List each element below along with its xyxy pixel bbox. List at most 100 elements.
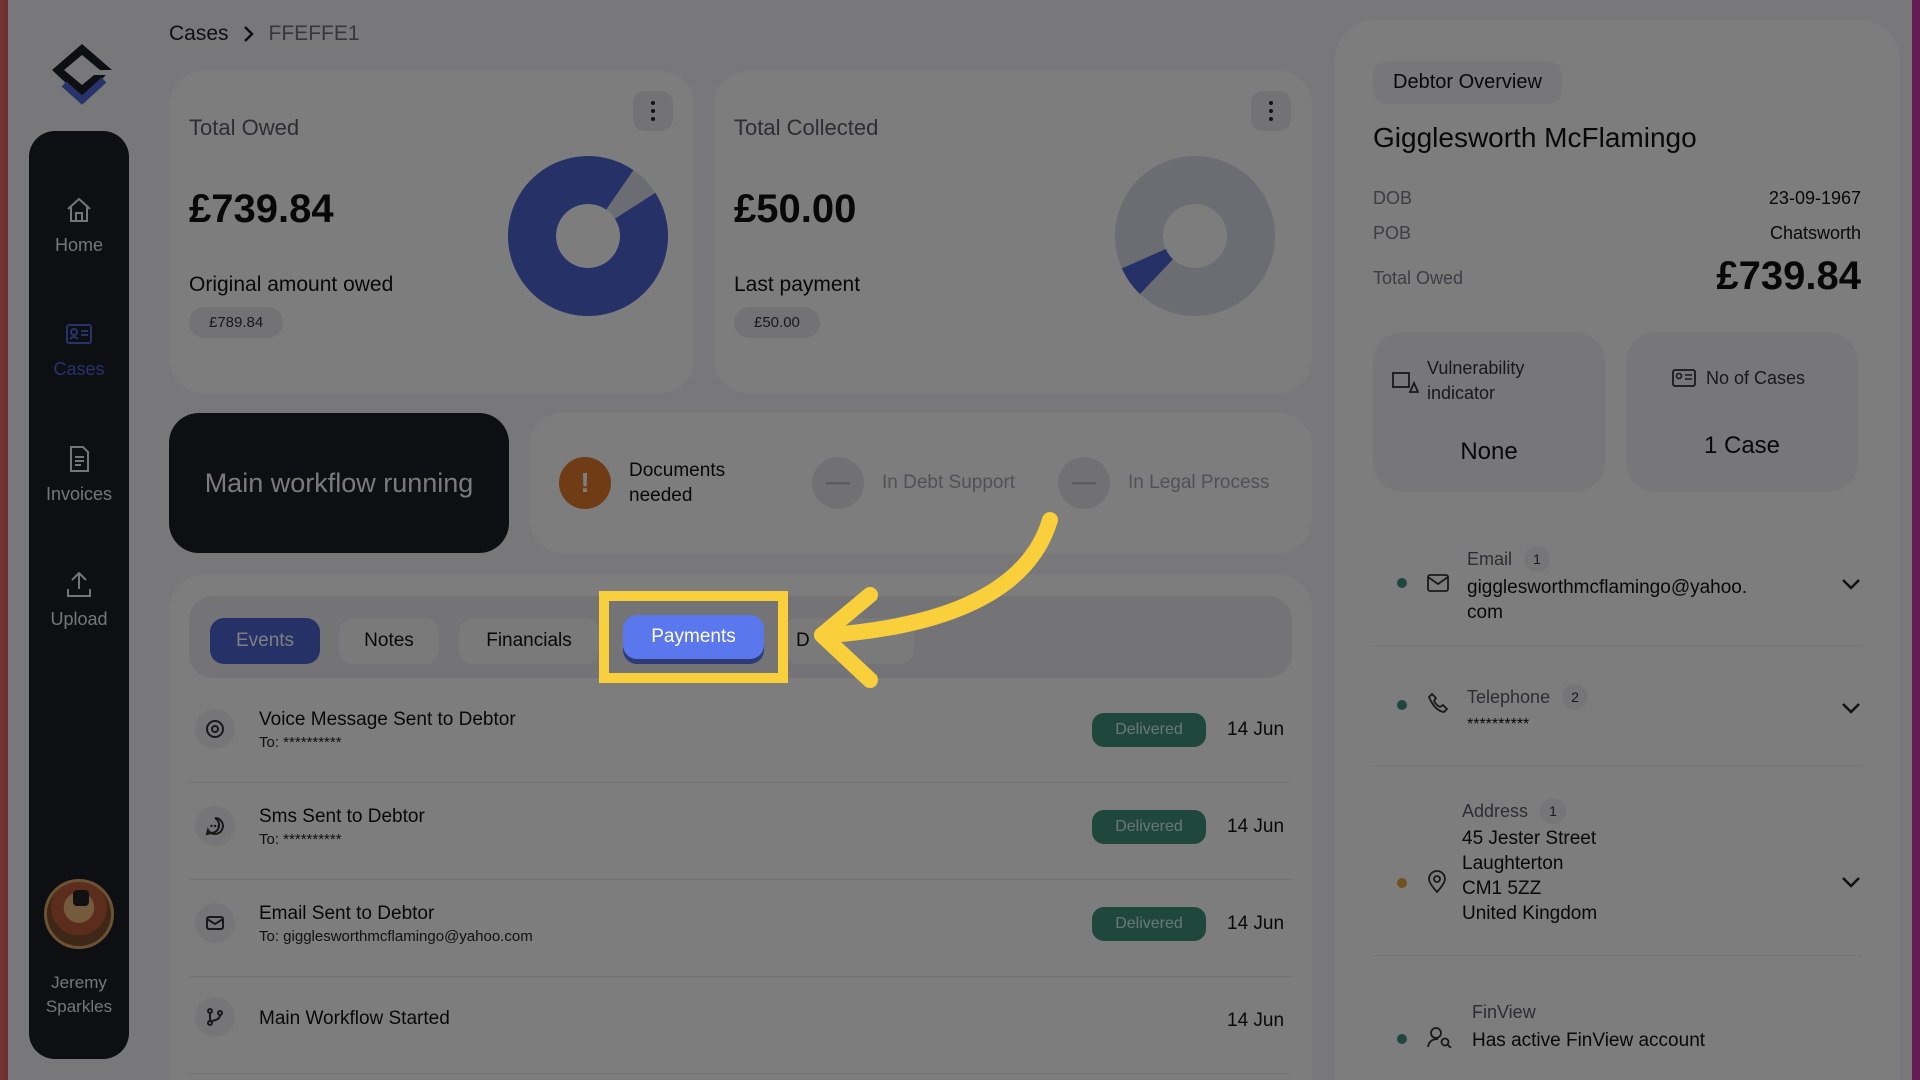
- telephone-count-badge: 2: [1562, 684, 1589, 710]
- event-date: 14 Jun: [1227, 913, 1285, 934]
- user-profile[interactable]: Jeremy Sparkles: [29, 879, 129, 1019]
- pointer-arrow-icon: [814, 512, 1058, 688]
- pob-value: Chatsworth: [1769, 223, 1861, 243]
- status-dot: [1397, 1034, 1407, 1044]
- chevron-right-icon: [243, 26, 254, 42]
- step-documents-label-2: needed: [629, 485, 693, 506]
- finview-row[interactable]: FinView Has active FinView account: [1373, 956, 1861, 1066]
- event-row[interactable]: Sms Sent to Debtor To: ********** Delive…: [189, 784, 1292, 880]
- email-count-badge: 1: [1524, 546, 1551, 572]
- location-pin-icon: [1428, 870, 1446, 894]
- address-line-1: 45 Jester Street: [1462, 828, 1597, 849]
- nav-home[interactable]: Home: [29, 195, 129, 256]
- user-last-name: Sparkles: [45, 997, 113, 1016]
- status-dot: [1397, 878, 1407, 888]
- no-of-cases-value: 1 Case: [1703, 432, 1781, 459]
- avatar[interactable]: [44, 879, 114, 949]
- address-line-3: CM1 5ZZ: [1462, 878, 1542, 899]
- finview-value: Has active FinView account: [1472, 1030, 1706, 1051]
- total-owed-title: Total Owed: [189, 115, 300, 140]
- address-count-badge: 1: [1540, 798, 1567, 824]
- breadcrumb-current: FFEFFE1: [268, 22, 360, 45]
- logo: [52, 44, 112, 105]
- address-contact-row[interactable]: Address 1 45 Jester Street Laughterton CM…: [1373, 766, 1861, 956]
- panel-total-owed-label: Total Owed: [1373, 268, 1464, 288]
- debtor-overview-panel: Debtor Overview Gigglesworth McFlamingo …: [1335, 20, 1900, 1080]
- warning-icon: !: [559, 457, 611, 509]
- step-documents-label-1: Documents: [629, 460, 726, 481]
- status-dot: [1397, 578, 1407, 588]
- sms-icon: [195, 806, 235, 846]
- event-recipient: To: **********: [259, 831, 342, 848]
- address-line-2: Laughterton: [1462, 853, 1564, 874]
- user-search-icon: [1427, 1027, 1452, 1048]
- nav-invoices-label: Invoices: [45, 484, 113, 504]
- dob-value: 23-09-1967: [1768, 188, 1861, 208]
- event-row[interactable]: Email Sent to Debtor To: gigglesworthmcf…: [189, 881, 1292, 977]
- total-owed-value: £739.84: [189, 187, 334, 231]
- id-card-icon: [1672, 369, 1696, 387]
- document-icon: [70, 446, 89, 472]
- event-title: Email Sent to Debtor: [259, 903, 435, 924]
- chevron-down-icon[interactable]: [1841, 876, 1861, 888]
- vulnerability-card: Vulnerability indicator None: [1373, 332, 1605, 492]
- mail-icon: [1427, 574, 1449, 592]
- highlight-box: [599, 591, 788, 683]
- event-row[interactable]: Voice Message Sent to Debtor To: *******…: [189, 687, 1292, 783]
- total-collected-menu-button[interactable]: [1251, 91, 1291, 131]
- event-date: 14 Jun: [1227, 816, 1285, 837]
- tab-financials[interactable]: Financials: [459, 618, 599, 664]
- vulnerability-value: None: [1460, 438, 1518, 465]
- nav-cases[interactable]: Cases: [29, 319, 129, 380]
- vulnerability-label-1: Vulnerability: [1427, 358, 1525, 378]
- event-title: Voice Message Sent to Debtor: [259, 709, 516, 730]
- address-label: Address: [1462, 800, 1529, 821]
- status-dot: [1397, 700, 1407, 710]
- voicemail-icon: [195, 709, 235, 749]
- tab-events[interactable]: Events: [210, 618, 320, 664]
- vulnerability-label-2: indicator: [1427, 383, 1496, 403]
- tab-notes[interactable]: Notes: [339, 618, 439, 664]
- event-recipient: To: **********: [259, 734, 342, 751]
- dob-row: DOB 23-09-1967: [1373, 188, 1861, 209]
- kebab-icon: [651, 99, 655, 123]
- total-owed-row: Total Owed £739.84: [1373, 254, 1861, 298]
- event-title: Sms Sent to Debtor: [259, 806, 425, 827]
- breadcrumb-cases-link[interactable]: Cases: [169, 22, 229, 46]
- finview-label: FinView: [1472, 1002, 1536, 1022]
- total-collected-donut: [1115, 156, 1275, 316]
- mail-icon: [195, 903, 235, 943]
- email-value-line-2: com: [1467, 602, 1503, 623]
- chevron-down-icon[interactable]: [1841, 578, 1861, 590]
- event-date: 14 Jun: [1227, 719, 1285, 740]
- event-recipient: To: gigglesworthmcflamingo@yahoo.com: [259, 928, 533, 945]
- step-legal-process[interactable]: — In Legal Process: [1058, 457, 1270, 509]
- id-card-icon: [66, 324, 92, 344]
- email-label: Email: [1467, 548, 1513, 569]
- email-contact-row[interactable]: Email 1 gigglesworthmcflamingo@yahoo. com: [1373, 530, 1861, 646]
- last-payment-pill: £50.00: [734, 307, 820, 338]
- telephone-contact-row[interactable]: Telephone 2 **********: [1373, 646, 1861, 766]
- address-line-4: United Kingdom: [1462, 903, 1598, 924]
- original-amount-pill: £789.84: [189, 307, 284, 338]
- total-owed-donut: [508, 156, 668, 316]
- nav-upload-label: Upload: [50, 609, 108, 629]
- total-owed-menu-button[interactable]: [633, 91, 673, 131]
- chevron-down-icon[interactable]: [1841, 702, 1861, 714]
- nav-cases-label: Cases: [53, 359, 105, 379]
- status-badge: Delivered: [1092, 810, 1206, 844]
- upload-icon: [67, 571, 91, 597]
- pob-label: POB: [1373, 223, 1412, 243]
- sidebar: Home Cases Invoices Upload Jeremy Sparkl…: [29, 131, 129, 1059]
- nav-home-label: Home: [54, 235, 103, 255]
- event-title: Main Workflow Started: [259, 1008, 450, 1029]
- nav-invoices[interactable]: Invoices: [29, 444, 129, 505]
- event-row[interactable]: Main Workflow Started 14 Jun: [189, 978, 1292, 1074]
- total-collected-card: Total Collected £50.00 Last payment £50.…: [714, 71, 1312, 393]
- nav-upload[interactable]: Upload: [29, 569, 129, 630]
- kebab-icon: [1269, 99, 1273, 123]
- debtor-name: Gigglesworth McFlamingo: [1373, 122, 1697, 153]
- step-documents-needed[interactable]: ! Documents needed: [559, 457, 725, 509]
- workflow-status-button[interactable]: Main workflow running: [169, 413, 509, 553]
- total-owed-card: Total Owed £739.84 Original amount owed …: [169, 71, 694, 393]
